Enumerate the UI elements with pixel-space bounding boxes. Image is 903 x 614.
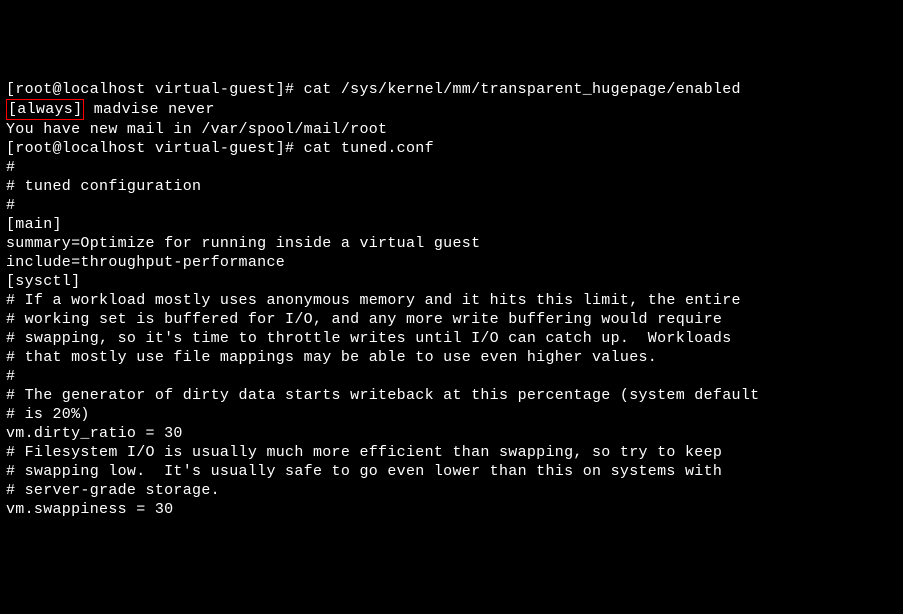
- terminal-line: [root@localhost virtual-guest]# cat tune…: [6, 139, 897, 158]
- terminal-line: # If a workload mostly uses anonymous me…: [6, 291, 897, 310]
- terminal-line: [root@localhost virtual-guest]# cat /sys…: [6, 80, 897, 99]
- terminal-line: #: [6, 196, 897, 215]
- terminal-line: #: [6, 158, 897, 177]
- terminal-line: # Filesystem I/O is usually much more ef…: [6, 443, 897, 462]
- terminal-line: # that mostly use file mappings may be a…: [6, 348, 897, 367]
- terminal-line: # server-grade storage.: [6, 481, 897, 500]
- terminal-line: # tuned configuration: [6, 177, 897, 196]
- terminal-line: # is 20%): [6, 405, 897, 424]
- terminal-line: [always] madvise never: [6, 99, 897, 120]
- terminal-line: vm.dirty_ratio = 30: [6, 424, 897, 443]
- terminal-line: # The generator of dirty data starts wri…: [6, 386, 897, 405]
- terminal-line: # swapping, so it's time to throttle wri…: [6, 329, 897, 348]
- terminal-line: #: [6, 367, 897, 386]
- highlighted-text: [always]: [6, 99, 84, 120]
- terminal-line: summary=Optimize for running inside a vi…: [6, 234, 897, 253]
- terminal-line: # working set is buffered for I/O, and a…: [6, 310, 897, 329]
- terminal-line: vm.swappiness = 30: [6, 500, 897, 519]
- terminal-line: You have new mail in /var/spool/mail/roo…: [6, 120, 897, 139]
- terminal-output[interactable]: [root@localhost virtual-guest]# cat /sys…: [6, 80, 897, 519]
- terminal-line: [sysctl]: [6, 272, 897, 291]
- terminal-line: [main]: [6, 215, 897, 234]
- terminal-line: include=throughput-performance: [6, 253, 897, 272]
- terminal-text: madvise never: [84, 101, 214, 118]
- terminal-line: # swapping low. It's usually safe to go …: [6, 462, 897, 481]
